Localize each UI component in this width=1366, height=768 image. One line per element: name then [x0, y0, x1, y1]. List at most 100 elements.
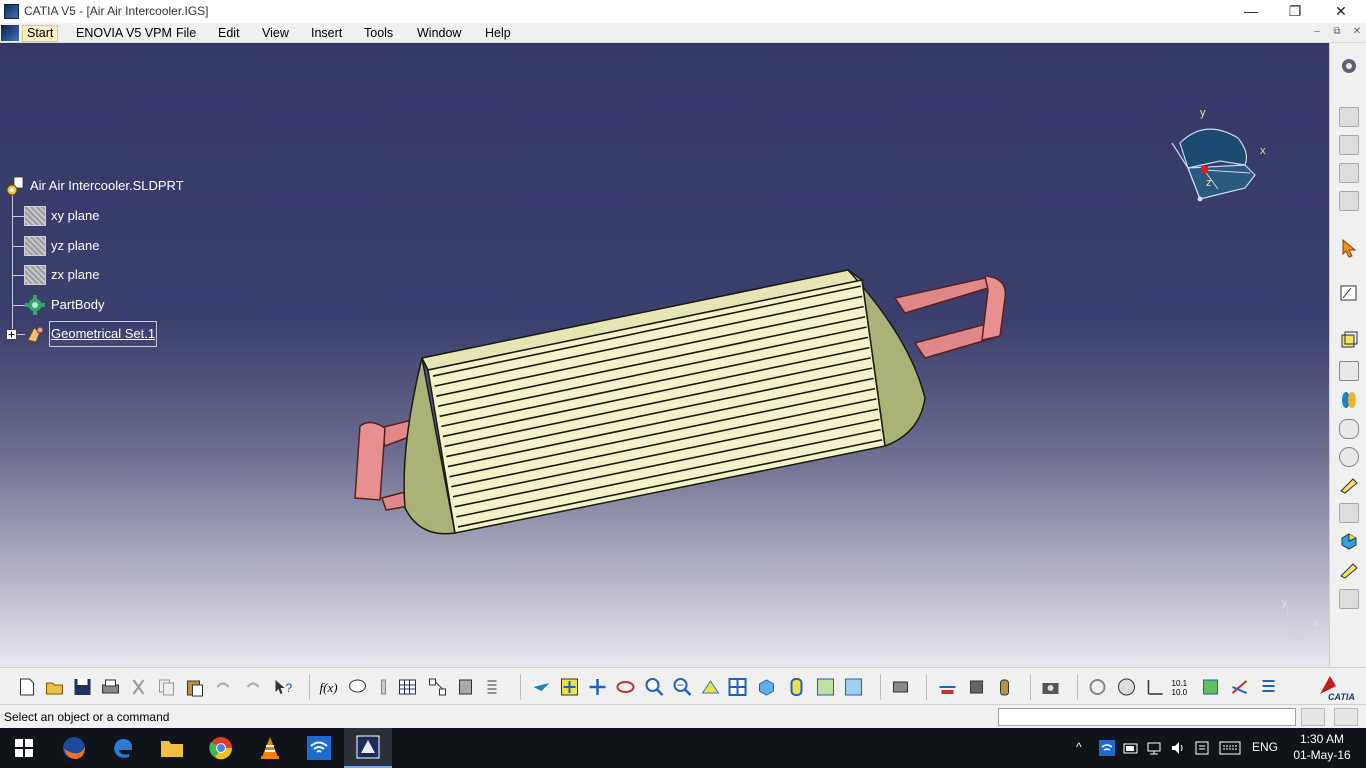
hide-show-icon[interactable]	[815, 677, 836, 697]
sketch-tools-icon[interactable]	[1339, 135, 1359, 155]
pan-icon[interactable]	[587, 677, 608, 697]
mdi-minimize-button[interactable]: ‒	[1309, 26, 1325, 40]
tray-language[interactable]: ENG	[1252, 740, 1278, 754]
normal-view-icon[interactable]	[700, 677, 721, 697]
groove-icon[interactable]	[1339, 419, 1359, 439]
tray-network-icon[interactable]	[1146, 740, 1162, 756]
menu-view[interactable]: View	[258, 25, 293, 42]
sketcher-icon[interactable]	[1339, 283, 1359, 303]
rotate-icon[interactable]	[615, 677, 636, 697]
measure-between-icon[interactable]	[937, 677, 958, 697]
minimize-button[interactable]: —	[1228, 0, 1274, 23]
pocket-icon[interactable]	[1339, 361, 1359, 381]
iso-view-icon[interactable]	[756, 677, 777, 697]
save-icon[interactable]	[72, 677, 93, 697]
grid-icon[interactable]	[1200, 677, 1221, 697]
menu-insert[interactable]: Insert	[307, 25, 346, 42]
status-button-left[interactable]	[1301, 708, 1325, 726]
taskbar-wifi-app[interactable]	[295, 728, 343, 768]
undo-icon[interactable]	[212, 677, 233, 697]
operation-icon[interactable]	[1339, 191, 1359, 211]
rotation-animation-icon[interactable]	[1087, 677, 1108, 697]
taskbar-clock[interactable]: 1:30 AM 01-May-16	[1292, 731, 1352, 763]
zoom-in-icon[interactable]	[644, 677, 665, 697]
menu-tools[interactable]: Tools	[360, 25, 397, 42]
fly-mode-icon[interactable]	[531, 677, 552, 697]
menu-help[interactable]: Help	[481, 25, 515, 42]
multi-view-icon[interactable]	[727, 677, 748, 697]
constraint-icon[interactable]	[1339, 163, 1359, 183]
comment-icon[interactable]	[347, 677, 368, 697]
compass-widget[interactable]: y x z	[1160, 103, 1270, 216]
snap-icon[interactable]	[1230, 677, 1251, 697]
copy-icon[interactable]	[156, 677, 177, 697]
menu-file[interactable]: File	[172, 25, 200, 42]
edge-fillet-icon[interactable]	[1339, 475, 1359, 495]
print-icon[interactable]	[100, 677, 121, 697]
redo-icon[interactable]	[243, 677, 264, 697]
boolean-icon[interactable]	[1339, 560, 1359, 580]
instantiate-icon[interactable]	[427, 677, 448, 697]
scan-icon[interactable]	[484, 677, 505, 697]
capture-icon[interactable]	[1040, 677, 1061, 697]
whats-this-icon[interactable]: ?	[272, 677, 293, 697]
measure-inertia-icon[interactable]	[994, 677, 1015, 697]
list-icon[interactable]	[1258, 677, 1279, 697]
menu-window[interactable]: Window	[413, 25, 465, 42]
paste-icon[interactable]	[184, 677, 205, 697]
mdi-restore-button[interactable]: ⧉	[1329, 26, 1345, 40]
taskbar-vlc[interactable]	[246, 728, 294, 768]
pad-icon[interactable]	[1339, 330, 1359, 350]
expand-plus-icon[interactable]	[6, 329, 17, 340]
tray-keyboard-icon[interactable]	[1219, 741, 1241, 755]
tray-volume-icon[interactable]	[1170, 740, 1186, 756]
axis-system-icon[interactable]	[1144, 677, 1165, 697]
cut-icon[interactable]	[128, 677, 149, 697]
taskbar-firefox[interactable]	[50, 728, 98, 768]
tray-action-center-icon[interactable]	[1194, 740, 1210, 756]
start-button[interactable]	[0, 728, 48, 768]
table-icon[interactable]	[397, 677, 418, 697]
menu-start[interactable]: Start	[22, 25, 59, 42]
menu-enovia[interactable]: ENOVIA V5 VPM	[72, 25, 176, 42]
fit-all-icon[interactable]	[559, 677, 580, 697]
catia-menu-icon[interactable]	[1, 25, 19, 41]
taskbar-chrome[interactable]	[197, 728, 245, 768]
tray-battery-icon[interactable]	[1123, 740, 1139, 756]
formula-icon[interactable]: f(x)	[318, 677, 339, 697]
select-arrow-icon[interactable]	[1339, 238, 1359, 258]
transformation-icon[interactable]	[1339, 531, 1359, 551]
swap-space-icon[interactable]	[843, 677, 864, 697]
command-input[interactable]	[998, 708, 1296, 726]
new-file-icon[interactable]	[16, 677, 37, 697]
taskbar-catia[interactable]	[344, 728, 392, 768]
shading-icon[interactable]	[786, 677, 807, 697]
hole-icon[interactable]	[1339, 447, 1359, 467]
edge-icon	[114, 739, 133, 758]
knowledge-icon[interactable]	[373, 677, 394, 697]
taskbar-edge[interactable]	[99, 728, 147, 768]
manipulate-hand-icon[interactable]	[1116, 677, 1137, 697]
tray-wifi-icon[interactable]	[1099, 740, 1115, 756]
open-folder-icon[interactable]	[44, 677, 65, 697]
zoom-out-icon[interactable]	[672, 677, 693, 697]
shaft-icon[interactable]	[1339, 390, 1359, 410]
update-icon[interactable]	[890, 677, 911, 697]
gear-icon[interactable]	[1339, 56, 1359, 76]
mdi-close-button[interactable]: ✕	[1349, 26, 1365, 40]
catalog-icon[interactable]	[455, 677, 476, 697]
scale-icon[interactable]: 10.110.0	[1171, 677, 1192, 697]
menu-edit[interactable]: Edit	[214, 25, 244, 42]
wireframe-icon[interactable]	[1339, 107, 1359, 127]
draft-icon[interactable]	[1339, 503, 1359, 523]
taskbar-file-explorer[interactable]	[148, 728, 196, 768]
close-button[interactable]: ✕	[1318, 0, 1364, 23]
thickness-icon[interactable]	[1339, 589, 1359, 609]
window-titlebar: CATIA V5 - [Air Air Intercooler.IGS] — ❐…	[0, 0, 1366, 23]
3d-viewport[interactable]: Air Air Intercooler.SLDPRT xy plane yz p…	[0, 43, 1329, 667]
restore-button[interactable]: ❐	[1272, 0, 1318, 23]
status-button-right[interactable]	[1334, 708, 1358, 726]
intercooler-model[interactable]	[340, 218, 1030, 548]
measure-item-icon[interactable]	[966, 677, 987, 697]
tray-chevron-up-icon[interactable]: ^	[1076, 740, 1082, 754]
